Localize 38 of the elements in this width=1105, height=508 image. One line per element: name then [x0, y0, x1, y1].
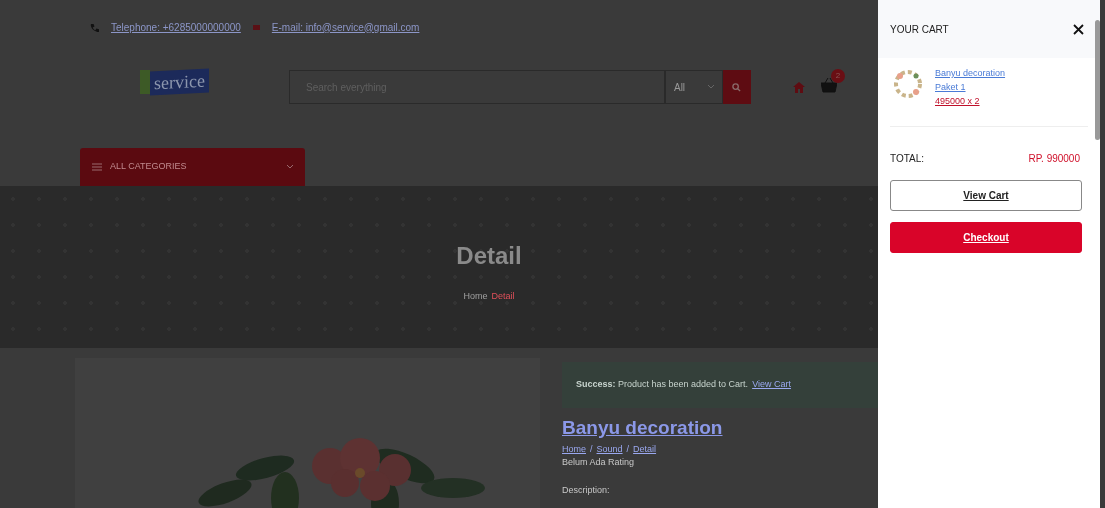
categories-button[interactable]: ALL CATEGORIES	[80, 148, 305, 186]
checkout-button[interactable]: Checkout	[890, 222, 1082, 253]
alert-message: Success: Product has been added to Cart.	[576, 378, 749, 392]
email-link[interactable]: E-mail: info@service@gmail.com	[271, 19, 420, 35]
breadcrumb-separator: /	[590, 442, 593, 456]
scrollbar[interactable]	[1095, 20, 1100, 140]
rating-text: Belum Ada Rating	[562, 456, 636, 469]
total-label: TOTAL:	[890, 152, 925, 166]
cart-title: YOUR CART	[890, 22, 949, 37]
cart-icon[interactable]	[820, 78, 837, 93]
breadcrumb-link[interactable]: Detail	[633, 442, 657, 456]
close-icon	[1073, 23, 1084, 35]
menu-icon	[92, 163, 102, 171]
home-icon[interactable]	[792, 82, 805, 93]
phone-link[interactable]: Telephone: +6285000000000	[111, 19, 241, 35]
search-icon	[732, 82, 742, 92]
breadcrumb-link[interactable]: Home	[562, 442, 586, 456]
breadcrumb-separator: /	[626, 442, 630, 456]
cart-item-variant[interactable]: Paket 1	[935, 80, 1006, 94]
search-button[interactable]	[722, 70, 751, 104]
close-button[interactable]	[1071, 21, 1086, 37]
chevron-down-icon	[707, 85, 714, 89]
chevron-down-icon	[287, 165, 293, 169]
breadcrumb-link[interactable]: Detail	[491, 290, 515, 304]
breadcrumb-link[interactable]: Sound	[596, 442, 623, 456]
total-amount: RP. 990000	[1028, 152, 1080, 166]
cart-count-badge: 2	[830, 69, 845, 83]
breadcrumb-link[interactable]: Home	[463, 290, 488, 304]
view-cart-button[interactable]: View Cart	[890, 180, 1082, 211]
view-cart-link[interactable]: View Cart	[752, 378, 791, 392]
description-label: Description:	[562, 483, 611, 497]
phone-icon	[90, 22, 99, 32]
cart-item-price[interactable]: 495000 x 2	[935, 94, 1006, 108]
email-icon	[252, 24, 260, 30]
product-title[interactable]: Banyu decoration	[562, 414, 878, 443]
category-select[interactable]: All	[664, 70, 723, 104]
cart-item-name[interactable]: Banyu decoration	[935, 66, 1006, 80]
banner-title: Detail	[456, 241, 522, 272]
